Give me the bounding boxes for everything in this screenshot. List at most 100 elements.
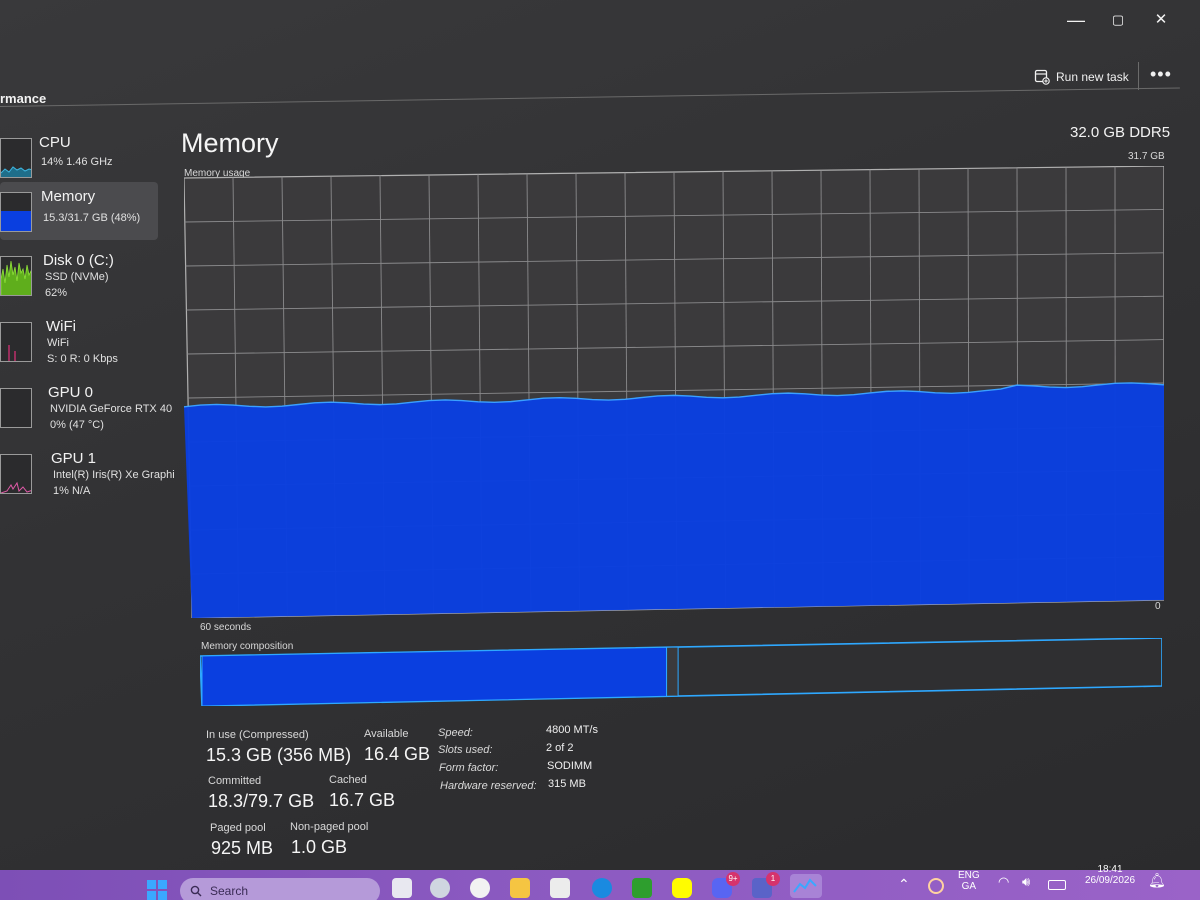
sidebar-item-detail: 62% — [45, 287, 68, 299]
sidebar-item-detail: WiFi — [47, 337, 69, 349]
sidebar-item-disk[interactable]: Disk 0 (C:) SSD (NVMe) 62% — [0, 246, 158, 304]
discord-badge: 9+ — [726, 872, 740, 886]
sidebar-item-memory[interactable]: Memory 15.3/31.7 GB (48%) — [0, 182, 158, 240]
run-new-task-button[interactable]: Run new task — [1034, 66, 1129, 88]
sidebar-item-detail: 0% (47 °C) — [50, 419, 104, 431]
notification-bell-icon[interactable]: 🔔︎ — [1148, 872, 1166, 889]
clock-date: 26/09/2026 — [1084, 875, 1136, 886]
nonpaged-pool-label: Non-paged pool — [290, 821, 369, 833]
sidebar-item-detail: 15.3/31.7 GB (48%) — [43, 212, 141, 224]
sidebar-item-label: GPU 1 — [51, 450, 97, 467]
start-windows-icon[interactable] — [146, 879, 167, 900]
snapchat-icon[interactable] — [672, 878, 692, 898]
memory-spec: 32.0 GB DDR5 — [1070, 124, 1171, 141]
page-heading: rmance — [0, 91, 47, 106]
disk-thumbnail-graph — [0, 256, 32, 296]
memory-thumbnail-graph — [0, 192, 32, 232]
gpu1-thumbnail-graph — [0, 454, 32, 494]
run-new-task-label: Run new task — [1056, 70, 1129, 84]
sidebar-item-label: GPU 0 — [48, 384, 94, 401]
tray-chevron-up-icon[interactable]: ⌃ — [898, 876, 910, 893]
graph-zero-label: 0 — [1155, 601, 1161, 612]
speed-value: 4800 MT/s — [546, 724, 598, 736]
composition-modified — [666, 646, 679, 697]
toolbar-separator — [1138, 62, 1139, 90]
clock-time: 18:41 — [1097, 864, 1123, 875]
search-placeholder: Search — [210, 884, 249, 898]
search-icon — [190, 885, 202, 897]
sidebar-item-label: Memory — [41, 188, 96, 205]
usage-area — [184, 382, 1164, 618]
page-title: Memory — [181, 128, 279, 158]
sidebar-item-detail: 14% 1.46 GHz — [41, 156, 113, 168]
cached-label: Cached — [329, 774, 367, 786]
cpu-thumbnail-graph — [0, 138, 32, 178]
sidebar-item-wifi[interactable]: WiFi WiFi S: 0 R: 0 Kbps — [0, 312, 158, 370]
committed-value: 18.3/79.7 GB — [208, 791, 315, 811]
gpu0-thumbnail-graph — [0, 388, 32, 428]
slots-label: Slots used: — [438, 744, 493, 756]
minimize-button[interactable]: — — [1056, 8, 1096, 32]
task-manager-window: — ▢ ✕ rmance Run new task ••• CPU 14% 1.… — [0, 0, 1200, 872]
in-use-label: In use (Compressed) — [206, 729, 309, 741]
settings-gear-icon[interactable] — [430, 878, 450, 898]
restore-button[interactable]: ▢ — [1098, 8, 1138, 32]
taskbar-search-box[interactable]: Search — [180, 878, 380, 900]
close-button[interactable]: ✕ — [1141, 8, 1181, 32]
more-options-button[interactable]: ••• — [1150, 64, 1172, 85]
available-value: 16.4 GB — [364, 744, 431, 764]
graph-time-label: 60 seconds — [200, 622, 252, 633]
task-manager-taskbar-icon[interactable] — [790, 874, 822, 898]
performance-sidebar: CPU 14% 1.46 GHz Memory 15.3/31.7 GB (48… — [0, 128, 175, 508]
toolbar-divider — [0, 87, 1180, 107]
sidebar-item-label: CPU — [39, 134, 71, 151]
wifi-icon[interactable]: ◠ — [998, 874, 1009, 890]
edge-browser-icon[interactable] — [592, 878, 612, 898]
speed-label: Speed: — [438, 727, 473, 739]
file-explorer-icon[interactable] — [510, 878, 530, 898]
nonpaged-pool-value: 1.0 GB — [291, 837, 348, 857]
paged-pool-label: Paged pool — [210, 822, 266, 834]
task-view-icon[interactable] — [392, 878, 412, 898]
memory-usage-graph — [183, 165, 1165, 619]
slots-value: 2 of 2 — [546, 742, 574, 754]
usage-max-label: 31.7 GB — [1128, 151, 1165, 162]
form-factor-label: Form factor: — [439, 762, 499, 774]
sidebar-item-cpu[interactable]: CPU 14% 1.46 GHz — [0, 128, 158, 186]
sidebar-item-detail: Intel(R) Iris(R) Xe Graphi — [53, 469, 175, 481]
memory-composition-bar — [199, 637, 1163, 707]
sidebar-item-detail: NVIDIA GeForce RTX 40 — [50, 403, 173, 415]
available-label: Available — [364, 728, 409, 740]
sidebar-item-label: WiFi — [46, 318, 76, 335]
cached-value: 16.7 GB — [329, 790, 396, 810]
paged-pool-value: 925 MB — [211, 838, 274, 858]
microsoft-store-icon[interactable] — [550, 878, 570, 898]
language-code: ENG — [958, 870, 980, 881]
xbox-icon[interactable] — [632, 878, 652, 898]
clock[interactable]: 18:41 26/09/2026 — [1080, 864, 1140, 886]
in-use-value: 15.3 GB (356 MB) — [206, 745, 352, 765]
teams-badge: 1 — [766, 872, 780, 886]
committed-label: Committed — [208, 775, 262, 787]
hardware-reserved-value: 315 MB — [548, 778, 586, 790]
keyboard-layout: GA — [961, 881, 977, 892]
form-factor-value: SODIMM — [547, 760, 593, 772]
sidebar-item-gpu0[interactable]: GPU 0 NVIDIA GeForce RTX 40 0% (47 °C) — [0, 378, 172, 436]
wifi-thumbnail-graph — [0, 322, 32, 362]
taskbar: Search 9+ 1 ⌃ ENG GA ◠ 🔊︎ 18:41 26/09/20… — [0, 864, 1200, 900]
run-task-icon — [1034, 69, 1050, 85]
language-indicator[interactable]: ENG GA — [958, 870, 980, 892]
sidebar-item-label: Disk 0 (C:) — [43, 252, 114, 269]
sidebar-item-detail: 1% N/A — [53, 485, 91, 497]
title-bar: — ▢ ✕ — [0, 0, 1200, 58]
volume-icon[interactable]: 🔊︎ — [1022, 874, 1030, 890]
sidebar-item-gpu1[interactable]: GPU 1 Intel(R) Iris(R) Xe Graphi 1% N/A — [0, 444, 175, 502]
hardware-reserved-label: Hardware reserved: — [440, 780, 537, 792]
sidebar-item-detail: SSD (NVMe) — [45, 271, 109, 283]
battery-icon[interactable] — [1048, 880, 1066, 890]
sync-icon[interactable] — [928, 878, 944, 894]
usage-graph-svg — [183, 165, 1165, 619]
sidebar-item-detail: S: 0 R: 0 Kbps — [47, 353, 118, 365]
composition-in-use — [201, 646, 668, 707]
chatgpt-icon[interactable] — [470, 878, 490, 898]
